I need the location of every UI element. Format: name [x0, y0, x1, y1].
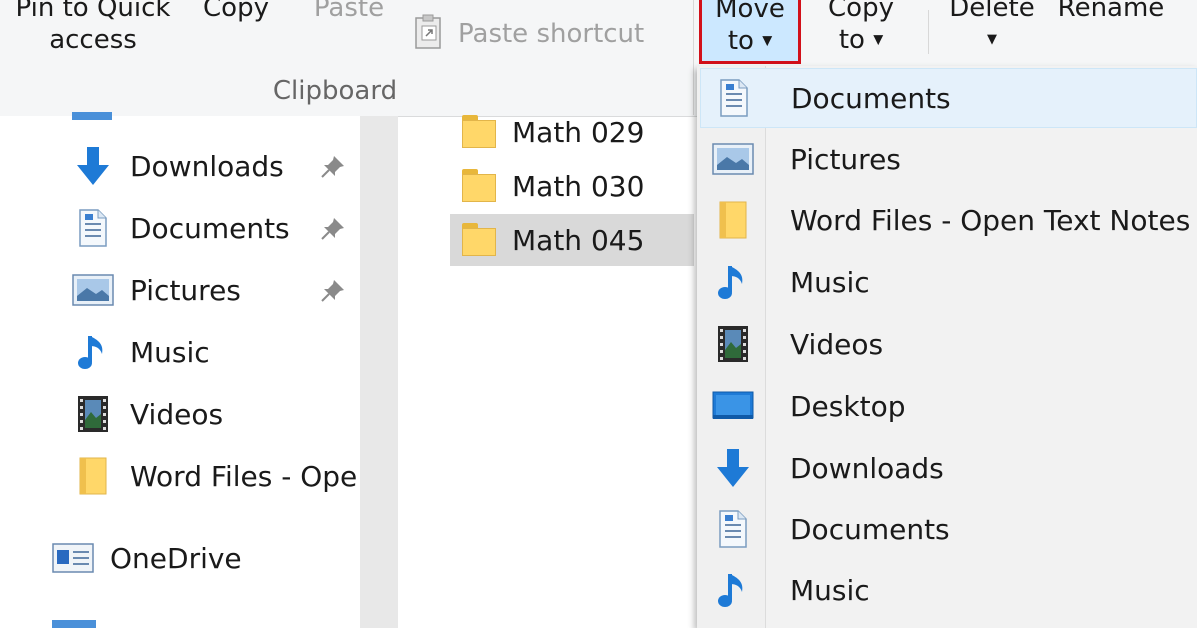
file-name: Math 029 — [512, 115, 645, 149]
file-row[interactable]: Math 030 — [450, 160, 694, 212]
menu-item-videos[interactable]: Videos — [700, 314, 1197, 374]
nav-item-documents[interactable]: Documents — [70, 200, 344, 256]
file-name: Math 045 — [512, 223, 645, 257]
menu-item-label: Desktop — [790, 389, 906, 423]
videos-icon — [700, 314, 766, 374]
pin-label-line1: Pin to Quick — [15, 0, 171, 23]
paste-shortcut-button[interactable]: Paste shortcut — [414, 14, 664, 54]
desktop-icon — [700, 376, 766, 436]
documents-icon — [701, 68, 767, 128]
nav-item-music[interactable]: Music — [70, 324, 210, 380]
downloads-icon — [70, 143, 116, 189]
copy-to-label-line1: Copy — [828, 0, 894, 23]
pictures-icon — [70, 267, 116, 313]
folder-icon — [462, 115, 498, 149]
file-row-selected[interactable]: Math 045 — [450, 214, 694, 266]
move-to-label-line2-wrap: to ▼ — [702, 25, 798, 58]
copy-to-label-line2-wrap: to ▼ — [816, 24, 906, 57]
pin-icon[interactable] — [320, 216, 346, 242]
nav-item-label: Pictures — [130, 273, 241, 307]
chevron-down-icon: ▼ — [762, 33, 773, 49]
videos-icon — [70, 391, 116, 437]
menu-item-desktop[interactable]: Desktop — [700, 376, 1197, 436]
move-to-label-line1: Move — [715, 0, 785, 24]
file-row[interactable]: Math 029 — [450, 106, 694, 158]
nav-item-label: OneDrive — [110, 541, 242, 575]
folder-icon — [462, 223, 498, 257]
nav-item-word-files[interactable]: Word Files - Ope — [70, 448, 357, 504]
ribbon-separator — [928, 10, 929, 54]
this-pc-icon — [52, 620, 96, 628]
documents-icon — [700, 499, 766, 559]
nav-item-onedrive[interactable]: OneDrive — [50, 530, 242, 586]
menu-item-label: Videos — [790, 327, 884, 361]
copy-to-label-line2: to — [838, 25, 865, 55]
nav-item-label: Documents — [130, 211, 290, 245]
move-to-button[interactable]: Move to ▼ — [699, 0, 801, 64]
menu-item-label: Downloads — [790, 451, 944, 485]
nav-item-downloads[interactable]: Downloads — [70, 138, 344, 194]
move-to-label-line2: to — [727, 26, 754, 56]
menu-item-documents-2[interactable]: Documents — [700, 499, 1197, 559]
menu-item-pictures[interactable]: Pictures — [700, 129, 1197, 189]
music-icon — [70, 329, 116, 375]
menu-item-downloads[interactable]: Downloads — [700, 438, 1197, 498]
menu-item-music-2[interactable]: Music — [700, 560, 1197, 620]
pictures-icon — [700, 129, 766, 189]
menu-item-word-files[interactable]: Word Files - Open Text Notes — [700, 190, 1197, 250]
downloads-icon — [700, 438, 766, 498]
desktop-icon — [72, 112, 112, 120]
music-icon — [700, 560, 766, 620]
pin-label-line2: access — [49, 25, 137, 55]
menu-item-label: Music — [790, 265, 870, 299]
menu-item-label: Documents — [791, 81, 951, 115]
pin-icon[interactable] — [320, 278, 346, 304]
nav-item-label: Word Files - Ope — [130, 459, 358, 493]
menu-item-label: Pictures — [790, 142, 901, 176]
nav-item-pictures[interactable]: Pictures — [70, 262, 344, 318]
copy-to-button[interactable]: Copy to ▼ — [816, 0, 906, 57]
menu-item-music[interactable]: Music — [700, 252, 1197, 312]
chevron-down-icon: ▼ — [987, 32, 997, 47]
group-divider — [693, 0, 694, 115]
nav-item-label: Videos — [130, 397, 224, 431]
nav-item-label: Music — [130, 335, 210, 369]
delete-label: Delete — [949, 0, 1035, 23]
chevron-down-icon: ▼ — [873, 32, 884, 48]
file-name: Math 030 — [512, 169, 645, 203]
paste-shortcut-label: Paste shortcut — [458, 19, 645, 49]
navigation-scrollbar[interactable] — [360, 116, 398, 628]
folder-icon — [70, 453, 116, 499]
pin-to-quick-access-button[interactable]: Pin to Quick access — [0, 0, 186, 56]
folder-icon — [700, 190, 766, 250]
pin-icon[interactable] — [320, 154, 346, 180]
nav-item-videos[interactable]: Videos — [70, 386, 223, 442]
folder-icon — [462, 169, 498, 203]
nav-item-label: Downloads — [130, 149, 284, 183]
music-icon — [700, 252, 766, 312]
menu-item-label: Word Files - Open Text Notes — [790, 203, 1191, 237]
paste-button[interactable]: Paste — [306, 0, 392, 24]
copy-button[interactable]: Copy — [196, 0, 276, 24]
documents-icon — [70, 205, 116, 251]
delete-button[interactable]: Delete ▼ — [944, 0, 1040, 56]
clipboard-group-label: Clipboard — [272, 76, 398, 106]
menu-item-documents[interactable]: Documents — [700, 68, 1197, 128]
paste-shortcut-icon — [414, 14, 446, 54]
onedrive-icon — [50, 535, 96, 581]
menu-item-label: Documents — [790, 512, 950, 546]
rename-button[interactable]: Rename — [1050, 0, 1172, 24]
menu-item-label: Music — [790, 573, 870, 607]
